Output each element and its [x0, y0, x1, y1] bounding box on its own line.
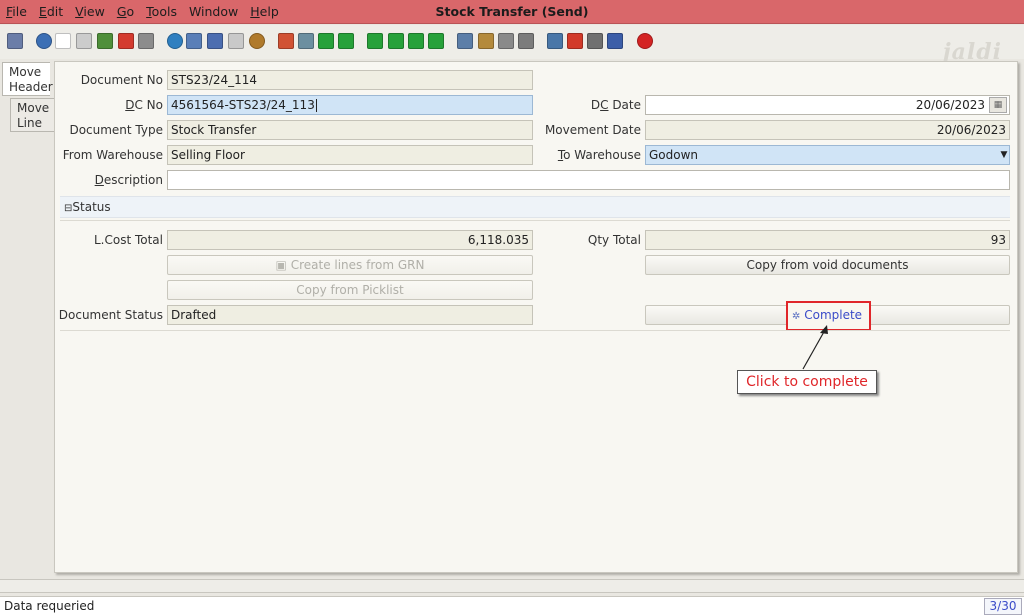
tab-move-header[interactable]: Move Header	[2, 62, 53, 96]
from-warehouse-field[interactable]: Selling Floor	[167, 145, 533, 165]
document-no-field[interactable]: STS23/24_114	[167, 70, 533, 90]
attachment-icon[interactable]	[207, 33, 223, 49]
new-icon[interactable]	[55, 33, 71, 49]
movement-date-field[interactable]: 20/06/2023	[645, 120, 1010, 140]
workflow-icon[interactable]	[607, 33, 623, 49]
menu-help[interactable]: Help	[250, 4, 279, 19]
menu-tools[interactable]: Tools	[146, 4, 177, 19]
save-new-icon[interactable]	[97, 33, 113, 49]
document-no-label: Document No	[80, 73, 163, 87]
from-warehouse-label: From Warehouse	[62, 148, 163, 162]
menu-icon[interactable]	[298, 33, 314, 49]
create-lines-from-grn-button[interactable]: ▣ Create lines from GRN	[167, 255, 533, 275]
dc-no-label: DC No	[125, 98, 163, 112]
record-counter[interactable]: 3/30	[984, 598, 1022, 615]
document-type-label: Document Type	[69, 123, 163, 137]
undo-icon[interactable]	[7, 33, 23, 49]
document-status-field[interactable]: Drafted	[167, 305, 533, 325]
zoom-across-icon[interactable]	[547, 33, 563, 49]
back-icon[interactable]	[318, 33, 334, 49]
complete-button[interactable]: ✲ Complete	[792, 308, 862, 322]
status-section-label: Status	[72, 200, 111, 214]
dc-date-label: DDC Date	[590, 98, 641, 112]
qty-total-label: Qty Total	[587, 233, 641, 247]
calendar-icon[interactable]: ▦	[989, 97, 1007, 113]
copy-from-void-documents-button[interactable]: Copy from void documents	[645, 255, 1010, 275]
title-bar: File Edit View Go Tools Window Help Stoc…	[0, 0, 1024, 24]
tab-move-line[interactable]: Move Line	[10, 98, 58, 132]
print-icon[interactable]	[518, 33, 534, 49]
menu-view[interactable]: View	[75, 4, 105, 19]
divider	[60, 220, 1010, 221]
forward-icon[interactable]	[338, 33, 354, 49]
next-record-icon[interactable]	[408, 33, 424, 49]
annotation-callout: Click to complete	[737, 370, 877, 394]
dc-date-input[interactable]: 20/06/2023	[645, 95, 1010, 115]
description-label: Description	[94, 173, 163, 187]
lcost-total-field[interactable]: 6,118.035	[167, 230, 533, 250]
help-icon[interactable]	[36, 33, 52, 49]
first-record-icon[interactable]	[367, 33, 383, 49]
report-icon[interactable]	[457, 33, 473, 49]
menu-go[interactable]: Go	[117, 4, 134, 19]
product-info-icon[interactable]	[587, 33, 603, 49]
menu-edit[interactable]: Edit	[39, 4, 63, 19]
document-status-label: Document Status	[58, 308, 163, 322]
divider	[60, 330, 1010, 331]
to-warehouse-select[interactable]: Godown	[645, 145, 1010, 165]
previous-record-icon[interactable]	[388, 33, 404, 49]
last-record-icon[interactable]	[428, 33, 444, 49]
to-warehouse-label: To Warehouse	[557, 148, 641, 162]
menu-window[interactable]: Window	[189, 4, 238, 19]
qty-total-field[interactable]: 93	[645, 230, 1010, 250]
history-icon[interactable]	[249, 33, 265, 49]
request-icon[interactable]	[567, 33, 583, 49]
lcost-total-label: L.Cost Total	[93, 233, 163, 247]
close-window-icon[interactable]	[637, 33, 653, 49]
gear-icon: ✲	[792, 311, 801, 322]
process-icon: ▣	[275, 258, 287, 272]
print-preview-icon[interactable]	[498, 33, 514, 49]
copy-from-picklist-button[interactable]: Copy from Picklist	[167, 280, 533, 300]
dc-no-input[interactable]: 4561564-STS23/24_113	[167, 95, 533, 115]
description-input[interactable]	[167, 170, 1010, 190]
movement-date-label: Movement Date	[544, 123, 641, 137]
horizontal-scrollbar[interactable]	[0, 579, 1024, 593]
status-bar: Data requeried 3/30	[0, 596, 1024, 615]
menu-bar: File Edit View Go Tools Window Help	[6, 4, 291, 19]
chevron-down-icon[interactable]: ▼	[999, 146, 1009, 164]
chat-icon[interactable]	[228, 33, 244, 49]
status-section-header[interactable]: ⊟Status	[60, 196, 1010, 218]
delete-icon[interactable]	[118, 33, 134, 49]
archive-icon[interactable]	[478, 33, 494, 49]
document-type-field[interactable]: Stock Transfer	[167, 120, 533, 140]
refresh-icon[interactable]	[167, 33, 183, 49]
toolbar: jaldi	[0, 25, 1024, 65]
status-message: Data requeried	[4, 599, 95, 613]
menu-file[interactable]: File	[6, 4, 27, 19]
home-icon[interactable]	[278, 33, 294, 49]
save-icon[interactable]	[138, 33, 154, 49]
copy-icon[interactable]	[76, 33, 92, 49]
find-icon[interactable]	[186, 33, 202, 49]
